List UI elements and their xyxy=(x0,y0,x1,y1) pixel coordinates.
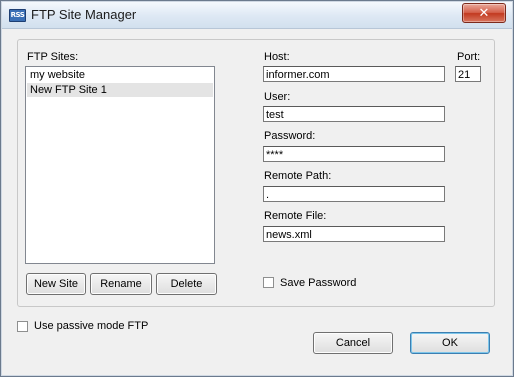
port-field[interactable]: 21 xyxy=(455,66,481,82)
remote-file-field[interactable]: news.xml xyxy=(263,226,445,242)
password-label: Password: xyxy=(264,130,316,142)
remote-path-label: Remote Path: xyxy=(264,170,332,182)
save-password-label[interactable]: Save Password xyxy=(280,277,356,289)
save-password-checkbox[interactable] xyxy=(263,277,274,288)
remote-file-label: Remote File: xyxy=(264,210,327,222)
passive-mode-checkbox[interactable] xyxy=(17,321,28,332)
host-field[interactable]: informer.com xyxy=(263,66,445,82)
port-label: Port: xyxy=(457,51,481,63)
close-button[interactable]: ✕ xyxy=(462,3,506,23)
remote-path-field[interactable]: . xyxy=(263,186,445,202)
list-item-new-ftp-site-1[interactable]: New FTP Site 1 xyxy=(27,83,213,97)
title-bar[interactable]: RSS FTP Site Manager ✕ xyxy=(2,2,512,29)
user-field[interactable]: test xyxy=(263,106,445,122)
passive-mode-label[interactable]: Use passive mode FTP xyxy=(34,320,148,332)
rename-button[interactable]: Rename xyxy=(90,273,152,295)
new-site-button[interactable]: New Site xyxy=(26,273,86,295)
rss-icon: RSS xyxy=(9,9,26,22)
ftp-sites-label: FTP Sites: xyxy=(27,51,79,63)
window-title: FTP Site Manager xyxy=(31,7,137,22)
list-item-my-website[interactable]: my website xyxy=(27,68,213,82)
ftp-sites-list[interactable]: my website New FTP Site 1 xyxy=(25,66,215,264)
password-field[interactable]: **** xyxy=(263,146,445,162)
cancel-button[interactable]: Cancel xyxy=(313,332,393,354)
delete-button[interactable]: Delete xyxy=(156,273,217,295)
host-label: Host: xyxy=(264,51,290,63)
close-icon: ✕ xyxy=(478,5,490,20)
ok-button[interactable]: OK xyxy=(410,332,490,354)
user-label: User: xyxy=(264,91,291,103)
